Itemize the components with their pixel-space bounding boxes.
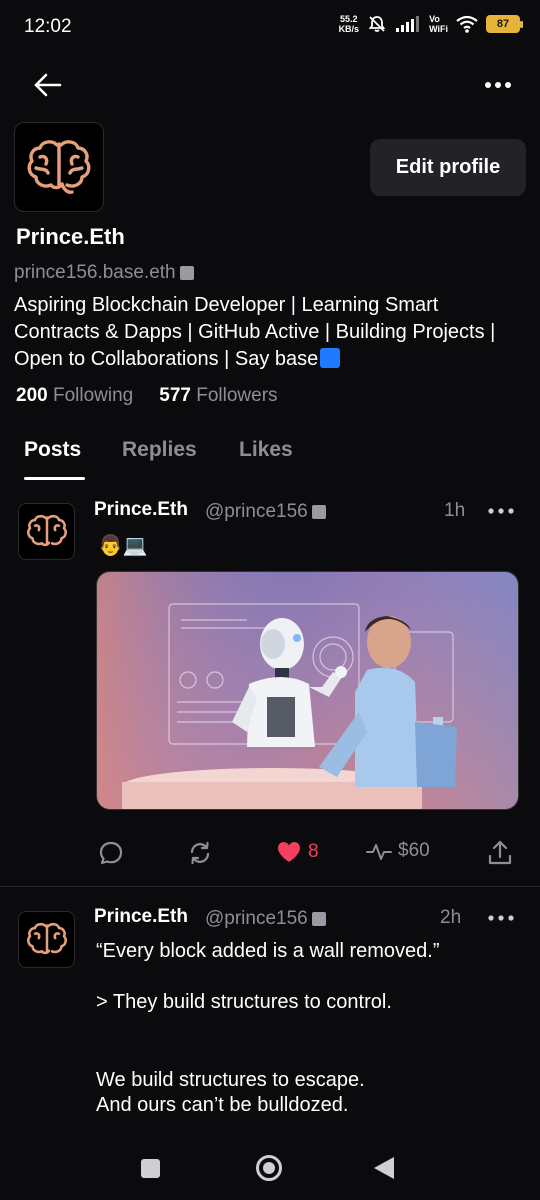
vowifi-top: Vo [429,14,440,24]
system-navigation-bar [0,1134,540,1200]
tab-replies[interactable]: Replies [122,438,197,462]
post-text-line: And ours can’t be bulldozed. [96,1094,349,1116]
profile-display-name: Prince.Eth [16,224,125,249]
status-bar: 12:02 55.2 KB/s Vo WiFi 87 [0,0,540,54]
following-stat[interactable]: 200 Following [16,385,133,407]
post-more-icon[interactable] [487,506,515,516]
nav-back-icon[interactable] [374,1157,394,1179]
share-icon [488,840,512,865]
repost-button[interactable] [187,840,213,866]
following-count: 200 [16,385,48,406]
post-more-icon[interactable] [487,913,515,923]
post-author-handle: @prince156 [205,908,326,930]
more-options-icon[interactable] [478,66,518,104]
post-avatar[interactable] [18,503,75,560]
network-speed: 55.2 KB/s [339,14,360,34]
battery-level: 87 [496,18,510,30]
brain-icon [26,514,67,546]
blue-square-emoji-icon [320,348,341,368]
handle-badge-icon [311,912,326,926]
tab-posts[interactable]: Posts [24,438,81,462]
vowifi-indicator: Vo WiFi [429,14,448,34]
ai-robot-illustration [97,572,518,809]
comment-icon [99,841,123,865]
like-button[interactable]: 8 [276,840,319,864]
network-speed-value: 55.2 [340,14,358,24]
post-text: 👨💻 [98,535,148,557]
home-icon[interactable] [256,1155,282,1181]
post-author-name[interactable]: Prince.Eth [94,499,188,521]
tip-amount: $60 [398,840,430,861]
followers-label: Followers [196,385,278,406]
post-divider [0,886,540,887]
post-author-handle: @prince156 [205,501,326,523]
wifi-icon [456,15,478,33]
post-text-line: “Every block added is a wall removed.” [96,940,440,962]
post-timestamp: 1h [444,500,466,521]
handle-badge-icon [179,266,194,280]
repost-icon [190,841,210,865]
post-author-handle-text: @prince156 [205,501,308,522]
active-tab-indicator [24,477,85,480]
status-time: 12:02 [24,16,72,37]
profile-bio-text: Aspiring Blockchain Developer | Learning… [14,294,496,370]
followers-stat[interactable]: 577 Followers [159,385,277,407]
handle-badge-icon [311,505,326,519]
profile-avatar[interactable] [14,122,104,212]
brain-icon [27,140,91,194]
profile-handle: prince156.base.eth [14,262,194,284]
signal-icon [396,16,420,32]
profile-stats: 200 Following 577 Followers [16,385,278,407]
status-icons: 55.2 KB/s Vo WiFi 87 [339,14,523,34]
post-text-line: We build structures to escape. [96,1069,365,1091]
vowifi-bottom: WiFi [429,24,448,34]
post-author-name[interactable]: Prince.Eth [94,906,188,928]
profile-handle-text: prince156.base.eth [14,262,176,283]
network-speed-unit: KB/s [338,24,360,34]
post-text-line: > They build structures to control. [96,991,392,1013]
share-button[interactable] [487,839,513,867]
followers-count: 577 [159,385,191,406]
post-timestamp: 2h [440,907,462,928]
profile-tabs: Posts Replies Likes [0,430,540,482]
following-label: Following [52,385,134,406]
tip-button[interactable]: $60 [366,840,430,862]
heart-icon [278,842,300,862]
comment-button[interactable] [98,840,124,866]
profile-bio: Aspiring Blockchain Developer | Learning… [14,292,526,373]
post-image[interactable] [96,571,519,810]
battery-indicator: 87 [486,15,523,33]
activity-icon [366,844,392,860]
post-avatar[interactable] [18,911,75,968]
mute-bell-icon [368,16,386,32]
back-arrow-icon[interactable] [28,66,66,104]
edit-profile-button[interactable]: Edit profile [370,139,526,196]
recent-apps-icon[interactable] [141,1159,160,1178]
like-count: 8 [308,841,319,862]
post-author-handle-text: @prince156 [205,908,308,929]
brain-icon [26,922,67,954]
tab-likes[interactable]: Likes [239,438,293,462]
